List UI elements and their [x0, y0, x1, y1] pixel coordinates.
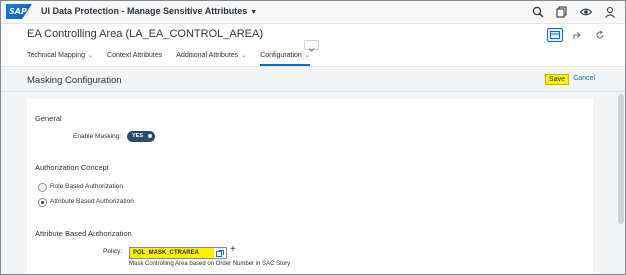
value-help-icon[interactable]: [214, 249, 226, 257]
policy-label: Policy:: [103, 248, 123, 255]
display-icon[interactable]: [547, 28, 563, 42]
collapse-header-button[interactable]: [304, 40, 319, 52]
eye-icon[interactable]: [579, 5, 593, 19]
tab-bar: Technical Mapping ⌄ Context Attributes Ad…: [27, 50, 324, 66]
policy-value: POL_MASK_CTRAREA: [130, 248, 214, 258]
cancel-button[interactable]: Cancel: [573, 75, 595, 82]
save-button[interactable]: Save: [545, 74, 569, 85]
tab-label: Additional Attributes: [176, 52, 239, 59]
app-title-menu[interactable]: UI Data Protection - Manage Sensitive At…: [41, 6, 257, 16]
enable-masking-label: Enable Masking:: [73, 133, 122, 140]
tab-label: Context Attributes: [107, 52, 163, 59]
share-icon[interactable]: [571, 29, 585, 41]
tab-additional-attributes[interactable]: Additional Attributes ⌄: [176, 50, 246, 66]
radio-role-based[interactable]: [38, 183, 47, 192]
radio-role-based-label: Role Based Authorization: [50, 183, 123, 190]
group-general-title: General: [35, 114, 62, 123]
shell-bar: SAP UI Data Protection - Manage Sensitiv…: [1, 1, 625, 24]
radio-attribute-based-label: Attribute Based Authorization: [50, 198, 134, 205]
vertical-scrollbar[interactable]: [618, 94, 624, 224]
policy-input[interactable]: POL_MASK_CTRAREA: [129, 247, 227, 259]
chevron-down-icon: ⌄: [241, 53, 247, 59]
group-abac-title: Attribute Based Authorization: [35, 229, 132, 238]
tab-label: Technical Mapping: [27, 52, 85, 59]
refresh-icon[interactable]: [593, 29, 607, 41]
toggle-knob: [146, 132, 154, 140]
tab-technical-mapping[interactable]: Technical Mapping ⌄: [27, 50, 93, 66]
toggle-text: YES: [132, 133, 144, 139]
page-title: EA Controlling Area (LA_EA_CONTROL_AREA): [27, 28, 263, 40]
user-icon[interactable]: [603, 5, 617, 19]
section-title: Masking Configuration: [27, 75, 122, 86]
group-authorization-title: Authorization Concept: [35, 163, 109, 172]
section-divider: [1, 91, 625, 92]
app-window: SAP UI Data Protection - Manage Sensitiv…: [0, 0, 626, 275]
radio-attribute-based[interactable]: [38, 198, 47, 207]
policy-description: Mask Controlling Area based on Order Num…: [129, 261, 291, 267]
sap-logo[interactable]: SAP: [6, 4, 32, 19]
tab-configuration[interactable]: Configuration ⌄: [260, 50, 310, 66]
enable-masking-toggle[interactable]: YES: [127, 131, 155, 142]
chevron-down-icon: ⌄: [304, 53, 310, 59]
content-area: Masking Configuration Save Cancel Genera…: [1, 67, 625, 274]
chevron-down-icon: ⌄: [87, 53, 94, 59]
app-title: UI Data Protection - Manage Sensitive At…: [41, 6, 248, 16]
search-icon[interactable]: [531, 5, 545, 19]
tab-label: Configuration: [260, 52, 302, 59]
caret-down-icon: ▼: [250, 9, 258, 16]
tab-context-attributes[interactable]: Context Attributes: [107, 50, 162, 66]
add-policy-button[interactable]: +: [230, 244, 236, 255]
copy-icon[interactable]: [555, 5, 569, 19]
